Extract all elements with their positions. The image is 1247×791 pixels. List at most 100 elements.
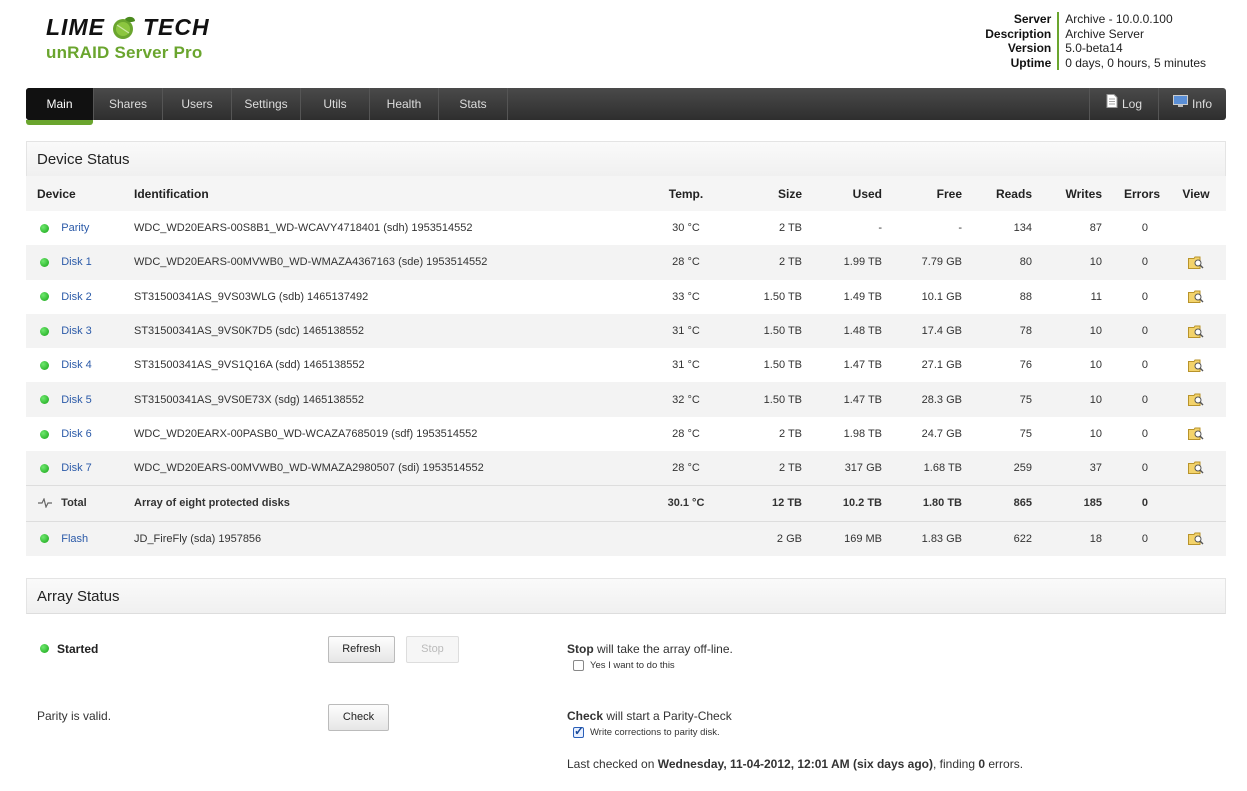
col-writes: Writes <box>1036 176 1106 211</box>
last-checked: Last checked on Wednesday, 11-04-2012, 1… <box>567 757 1023 771</box>
device-reads: 134 <box>966 211 1036 246</box>
server-info-key: Version <box>985 41 1060 56</box>
device-temp: 30 °C <box>646 211 726 246</box>
device-temp: 28 °C <box>646 245 726 280</box>
col-temp: Temp. <box>646 176 726 211</box>
device-used: 169 MB <box>806 521 886 556</box>
main-nav: Main Shares Users Settings Utils Health … <box>26 88 1226 125</box>
device-errors: 0 <box>1106 484 1166 522</box>
device-errors: 0 <box>1106 211 1166 246</box>
device-used: 1.99 TB <box>806 245 886 280</box>
status-dot-icon <box>40 395 49 405</box>
view-folder-icon[interactable] <box>1188 532 1204 546</box>
device-temp: 33 °C <box>646 279 726 314</box>
device-link[interactable]: Disk 5 <box>61 394 92 406</box>
device-used: 1.48 TB <box>806 313 886 349</box>
write-corrections-label: Write corrections to parity disk. <box>590 727 720 739</box>
device-link[interactable]: Disk 1 <box>61 256 92 268</box>
device-writes: 185 <box>1036 484 1106 522</box>
device-reads: 75 <box>966 416 1036 452</box>
stop-button[interactable]: Stop <box>406 636 459 663</box>
check-desc-text: will start a Parity-Check <box>603 709 732 723</box>
device-errors: 0 <box>1106 313 1166 349</box>
write-corrections-checkbox[interactable] <box>573 724 584 738</box>
device-used: - <box>806 211 886 246</box>
device-errors: 0 <box>1106 279 1166 314</box>
tab-info[interactable]: Info <box>1158 88 1226 120</box>
device-reads: 259 <box>966 451 1036 486</box>
last-checked-date: Wednesday, 11-04-2012, 12:01 AM (six day… <box>657 757 933 771</box>
stop-confirm-row: Yes I want to do this <box>573 660 675 671</box>
col-reads: Reads <box>966 176 1036 211</box>
device-identification: ST31500341AS_9VS1Q16A (sdd) 1465138552 <box>126 348 646 383</box>
device-reads: 78 <box>966 313 1036 349</box>
status-dot-icon <box>40 292 49 302</box>
tab-stats[interactable]: Stats <box>439 88 508 120</box>
device-reads: 88 <box>966 279 1036 314</box>
device-size: 1.50 TB <box>726 348 806 383</box>
device-writes: 37 <box>1036 451 1106 486</box>
device-free: 1.80 TB <box>886 484 966 522</box>
view-folder-icon[interactable] <box>1188 461 1204 475</box>
tab-main[interactable]: Main <box>26 88 94 125</box>
server-info-value: Archive Server <box>1065 26 1144 41</box>
device-identification: WDC_WD20EARS-00MVWB0_WD-WMAZA4367163 (sd… <box>126 245 646 280</box>
info-label: Info <box>1191 97 1212 111</box>
check-button[interactable]: Check <box>328 704 389 731</box>
parity-status: Parity is valid. <box>37 709 112 723</box>
device-link[interactable]: Disk 4 <box>61 359 92 371</box>
col-used: Used <box>806 176 886 211</box>
device-identification: ST31500341AS_9VS0E73X (sdg) 1465138552 <box>126 382 646 417</box>
last-checked-prefix: Last checked on <box>567 757 658 771</box>
tab-settings[interactable]: Settings <box>232 88 301 120</box>
view-folder-icon[interactable] <box>1188 290 1204 304</box>
device-writes: 10 <box>1036 313 1106 349</box>
tab-health[interactable]: Health <box>370 88 439 120</box>
device-reads: 622 <box>966 521 1036 556</box>
device-errors: 0 <box>1106 521 1166 556</box>
device-identification: ST31500341AS_9VS03WLG (sdb) 1465137492 <box>126 279 646 314</box>
device-size: 2 TB <box>726 245 806 280</box>
device-temp <box>646 521 726 556</box>
device-used: 1.98 TB <box>806 416 886 452</box>
device-link[interactable]: Disk 3 <box>61 325 92 337</box>
table-row: Disk 6 WDC_WD20EARX-00PASB0_WD-WCAZA76850… <box>26 416 1226 452</box>
view-folder-icon[interactable] <box>1188 325 1204 338</box>
tab-shares[interactable]: Shares <box>94 88 163 120</box>
monitor-icon <box>1172 88 1188 120</box>
server-info-value: 0 days, 0 hours, 5 minutes <box>1065 55 1206 70</box>
total-row: Total Array of eight protected disks 30.1 … <box>26 484 1226 522</box>
tab-utils[interactable]: Utils <box>301 88 370 120</box>
status-dot-icon <box>40 534 49 544</box>
product-name: unRAID Server Pro <box>46 43 203 62</box>
stop-confirm-checkbox[interactable] <box>573 660 584 671</box>
col-free: Free <box>886 176 966 211</box>
device-link[interactable]: Disk 7 <box>61 462 92 474</box>
device-link[interactable]: Parity <box>61 222 89 234</box>
tab-users[interactable]: Users <box>163 88 232 120</box>
device-reads: 76 <box>966 348 1036 383</box>
device-free: 10.1 GB <box>886 279 966 314</box>
device-link[interactable]: Disk 2 <box>61 291 92 303</box>
device-errors: 0 <box>1106 382 1166 417</box>
stop-desc-text: will take the array off-line. <box>593 642 733 656</box>
view-folder-icon[interactable] <box>1188 256 1204 269</box>
stop-word: Stop <box>567 642 594 656</box>
device-free: 27.1 GB <box>886 348 966 383</box>
device-used: 317 GB <box>806 451 886 486</box>
view-folder-icon[interactable] <box>1188 359 1204 372</box>
view-folder-icon[interactable] <box>1188 393 1204 407</box>
device-used: 1.47 TB <box>806 382 886 417</box>
tab-log[interactable]: Log <box>1089 88 1158 120</box>
table-row: Disk 7 WDC_WD20EARS-00MVWB0_WD-WMAZA29805… <box>26 451 1226 486</box>
device-identification: WDC_WD20EARX-00PASB0_WD-WCAZA7685019 (sd… <box>126 416 646 452</box>
col-identification: Identification <box>126 176 646 211</box>
refresh-button[interactable]: Refresh <box>328 636 395 663</box>
device-identification: ST31500341AS_9VS0K7D5 (sdc) 1465138552 <box>126 313 646 349</box>
col-view: View <box>1166 176 1226 211</box>
status-dot-icon <box>40 429 49 439</box>
device-link[interactable]: Flash <box>61 533 88 545</box>
device-link[interactable]: Disk 6 <box>61 428 92 440</box>
device-used: 1.47 TB <box>806 348 886 383</box>
view-folder-icon[interactable] <box>1188 427 1204 441</box>
